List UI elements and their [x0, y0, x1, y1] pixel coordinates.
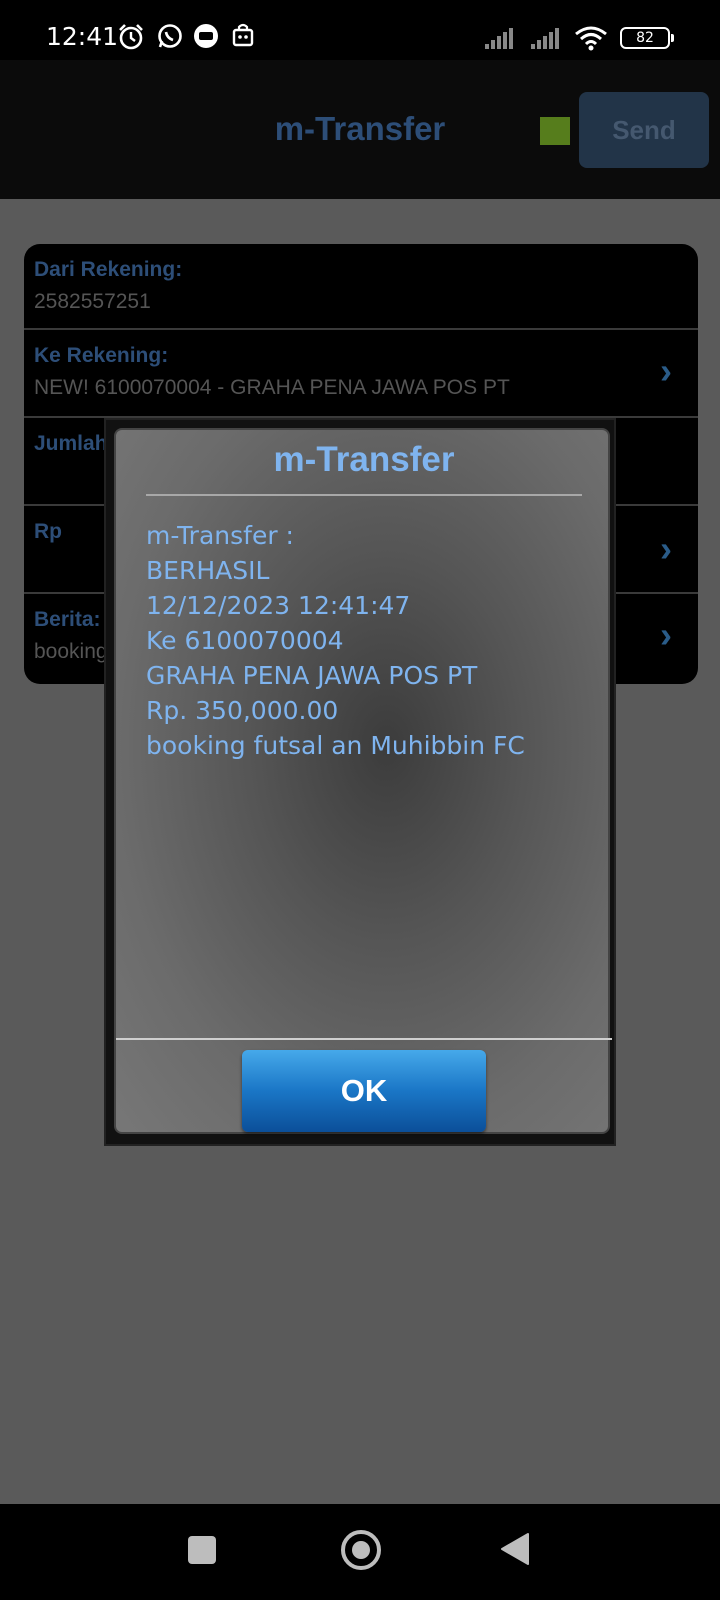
- from-account-row: Dari Rekening: 2582557251: [24, 244, 698, 330]
- send-button[interactable]: Send: [579, 92, 709, 168]
- back-icon[interactable]: [500, 1532, 530, 1566]
- to-account-value: NEW! 6100070004 - GRAHA PENA JAWA POS PT: [34, 376, 510, 399]
- recent-apps-icon[interactable]: [188, 1536, 216, 1564]
- amount-label: Jumlah: [34, 432, 108, 455]
- shopping-bag-icon: [232, 23, 254, 47]
- to-account-label: Ke Rekening:: [34, 344, 169, 367]
- whatsapp-icon: [158, 24, 182, 48]
- message-line: m-Transfer :: [146, 521, 294, 550]
- dialog-divider: [146, 494, 582, 496]
- status-time: 12:41: [46, 22, 119, 51]
- dialog-title: m-Transfer: [273, 440, 455, 479]
- message-label: Berita:: [34, 608, 101, 631]
- dialog-message: m-Transfer : BERHASIL 12/12/2023 12:41:4…: [146, 518, 586, 763]
- chevron-right-icon: ›: [660, 614, 672, 655]
- dialog-divider: [116, 1038, 612, 1040]
- from-account-label: Dari Rekening:: [34, 258, 183, 281]
- navigation-bar: [0, 1504, 720, 1600]
- status-bar: 12:41 82: [0, 0, 720, 60]
- message-line: Rp. 350,000.00: [146, 696, 339, 725]
- status-indicator: [540, 117, 570, 145]
- battery-icon: 82: [620, 27, 670, 49]
- to-account-row[interactable]: Ke Rekening: NEW! 6100070004 - GRAHA PEN…: [24, 330, 698, 418]
- battery-tip: [671, 34, 674, 42]
- message-line: BERHASIL: [146, 556, 270, 585]
- message-line: 12/12/2023 12:41:47: [146, 591, 411, 620]
- ok-button[interactable]: OK: [242, 1050, 486, 1132]
- app-header: m-Transfer Send: [0, 60, 720, 199]
- chevron-right-icon: ›: [660, 528, 672, 569]
- message-icon: [194, 24, 218, 48]
- home-icon[interactable]: [341, 1530, 381, 1570]
- message-line: booking futsal an Muhibbin FC: [146, 731, 525, 760]
- currency-label: Rp: [34, 520, 62, 543]
- signal-icon: [531, 28, 559, 49]
- chevron-right-icon: ›: [660, 350, 672, 391]
- wifi-icon: [575, 26, 607, 51]
- success-dialog: m-Transfer m-Transfer : BERHASIL 12/12/2…: [114, 428, 612, 1134]
- from-account-value: 2582557251: [34, 290, 151, 313]
- alarm-icon: [119, 24, 143, 50]
- signal-icon: [485, 28, 513, 49]
- message-line: Ke 6100070004: [146, 626, 344, 655]
- message-line: GRAHA PENA JAWA POS PT: [146, 661, 478, 690]
